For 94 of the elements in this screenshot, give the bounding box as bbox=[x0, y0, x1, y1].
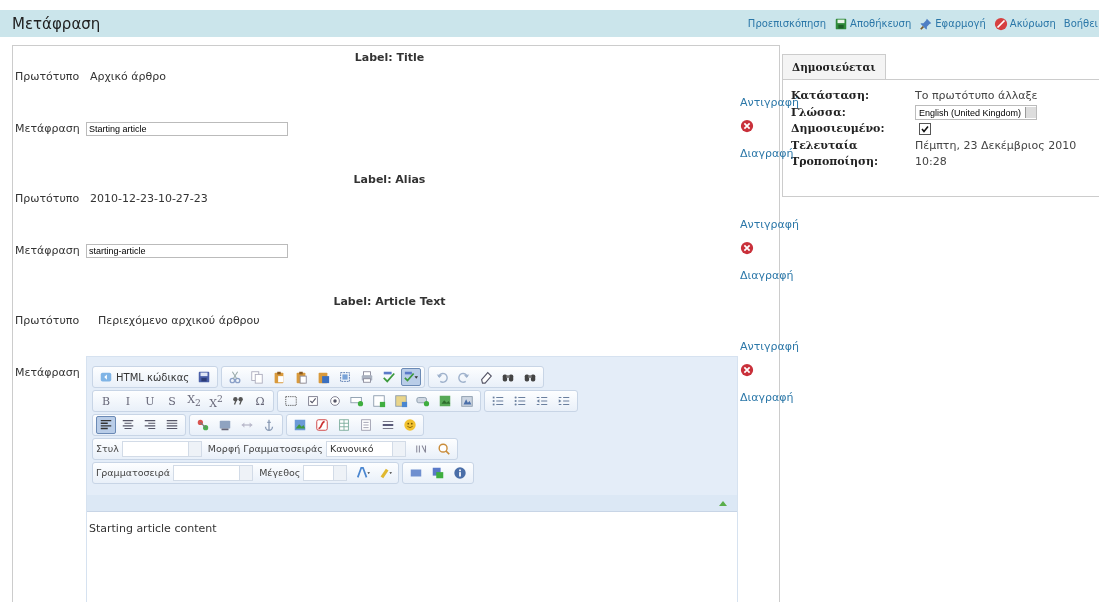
help-link[interactable]: Βοήθει bbox=[1063, 18, 1098, 29]
combo-label: Γραμματοσειρά bbox=[96, 466, 171, 480]
delete-icon[interactable] bbox=[740, 241, 754, 255]
format-button[interactable]: X$^{2}$ bbox=[206, 392, 226, 410]
indent-icon bbox=[557, 394, 571, 408]
delete-icon[interactable] bbox=[740, 119, 754, 133]
scissors-icon bbox=[228, 370, 243, 384]
justify-icon bbox=[165, 418, 179, 432]
detail-value: Πέμπτη, 23 Δεκέμβριος 2010 10:28 bbox=[915, 137, 1078, 170]
printer-icon bbox=[360, 370, 375, 384]
editor-content[interactable]: Starting article content bbox=[87, 511, 737, 602]
field-heading: Label: Title bbox=[353, 50, 426, 66]
image-icon bbox=[293, 418, 307, 432]
translation-label: Μετάφραση bbox=[15, 121, 81, 137]
page-icon bbox=[359, 418, 373, 432]
smiley-icon bbox=[403, 418, 417, 432]
horizontal-rule-icon bbox=[381, 418, 395, 432]
collapse-icon[interactable] bbox=[719, 500, 727, 506]
align-right-icon bbox=[143, 418, 157, 432]
text-input[interactable]: Starting article bbox=[86, 122, 288, 136]
highlighter-icon bbox=[378, 466, 393, 480]
list-box-icon bbox=[394, 394, 408, 408]
delete-link[interactable]: Διαγραφή bbox=[740, 391, 794, 405]
delete-icon[interactable] bbox=[740, 363, 754, 377]
delete-link[interactable]: Διαγραφή bbox=[740, 147, 794, 161]
checkbox-icon bbox=[306, 394, 320, 408]
toolbar-button[interactable] bbox=[96, 416, 116, 434]
detail-value: Το πρωτότυπο άλλαξε bbox=[915, 88, 1039, 104]
original-label: Πρωτότυπο bbox=[15, 191, 81, 207]
copy-link[interactable]: Αντιγραφή bbox=[740, 218, 799, 232]
dashed-frame-icon bbox=[284, 394, 298, 408]
detail-label: Δημοσιευμένο: bbox=[791, 121, 886, 137]
dropdown[interactable]: Κανονικό bbox=[325, 441, 406, 457]
table-icon bbox=[337, 418, 351, 432]
link-icon bbox=[196, 418, 210, 432]
original-text: Περιεχόμενο αρχικού άρθρου bbox=[98, 313, 260, 329]
monitor-icon bbox=[218, 418, 232, 432]
text-input[interactable]: starting-article bbox=[86, 244, 288, 258]
save-link[interactable]: Αποθήκευση bbox=[834, 16, 912, 31]
format-button[interactable]: B bbox=[96, 392, 116, 410]
original-text: Αρχικό άρθρο bbox=[90, 69, 166, 85]
blocks-icon bbox=[431, 466, 446, 480]
translation-label: Μετάφραση bbox=[15, 365, 81, 381]
format-button[interactable]: X$_{2}$ bbox=[184, 392, 204, 410]
original-label: Πρωτότυπο bbox=[15, 313, 81, 329]
source-icon bbox=[99, 370, 113, 384]
form-field-icon bbox=[460, 394, 474, 408]
toolbar-button[interactable]: HTML κώδικας bbox=[96, 368, 193, 386]
language-dropdown[interactable]: English (United Kingdom) bbox=[915, 105, 1038, 121]
delete-link[interactable]: Διαγραφή bbox=[740, 269, 794, 283]
anchor-icon bbox=[262, 418, 276, 432]
clipboard-icon bbox=[316, 370, 331, 384]
field-heading: Label: Article Text bbox=[332, 294, 447, 310]
flash-icon bbox=[315, 418, 329, 432]
clipboard-icon bbox=[294, 370, 309, 384]
text-direction-icon bbox=[414, 442, 429, 456]
eraser-icon bbox=[479, 370, 494, 384]
panel-tab[interactable]: Δημοσιεύεται bbox=[782, 54, 886, 79]
page-title: Μετάφραση bbox=[12, 14, 101, 33]
copy-icon bbox=[250, 370, 265, 384]
numbered-list-icon bbox=[491, 394, 505, 408]
textarea-icon bbox=[372, 394, 386, 408]
preview-link[interactable]: Προεπισκόπηση bbox=[747, 18, 827, 29]
radio-icon bbox=[328, 394, 342, 408]
text-field-icon bbox=[350, 394, 364, 408]
magnifier-icon bbox=[436, 442, 451, 456]
combo-label: Στυλ bbox=[96, 442, 119, 456]
cancel-icon bbox=[993, 16, 1008, 31]
align-left-icon bbox=[99, 418, 113, 432]
undo-icon bbox=[435, 370, 450, 384]
translation-label: Μετάφραση bbox=[15, 243, 81, 259]
info-icon bbox=[453, 466, 468, 480]
combo-label: Μέγεθος bbox=[259, 466, 301, 480]
image-icon bbox=[438, 394, 452, 408]
published-checkbox[interactable] bbox=[919, 123, 931, 136]
select-all-icon bbox=[338, 370, 353, 384]
outdent-icon bbox=[535, 394, 549, 408]
original-text: 2010-12-23-10-27-23 bbox=[90, 191, 208, 207]
copy-link[interactable]: Αντιγραφή bbox=[740, 340, 799, 354]
original-label: Πρωτότυπο bbox=[15, 69, 81, 85]
format-button[interactable]: I bbox=[118, 392, 138, 410]
form-button-icon bbox=[416, 394, 430, 408]
cancel-link[interactable]: Ακύρωση bbox=[993, 16, 1056, 31]
format-button[interactable]: S bbox=[162, 392, 182, 410]
align-center-icon bbox=[121, 418, 135, 432]
format-button[interactable]: Ω bbox=[250, 392, 270, 410]
field-heading: Label: Alias bbox=[352, 172, 427, 188]
combo-label: Μορφή Γραμματοσειράς bbox=[207, 442, 323, 456]
bullet-list-icon bbox=[513, 394, 527, 408]
check-icon bbox=[382, 370, 397, 384]
format-button[interactable]: U bbox=[140, 392, 160, 410]
spellcheck-dropdown-icon bbox=[404, 370, 419, 384]
pushpin-icon bbox=[919, 16, 934, 31]
apply-link[interactable]: Εφαρμογή bbox=[919, 16, 986, 31]
